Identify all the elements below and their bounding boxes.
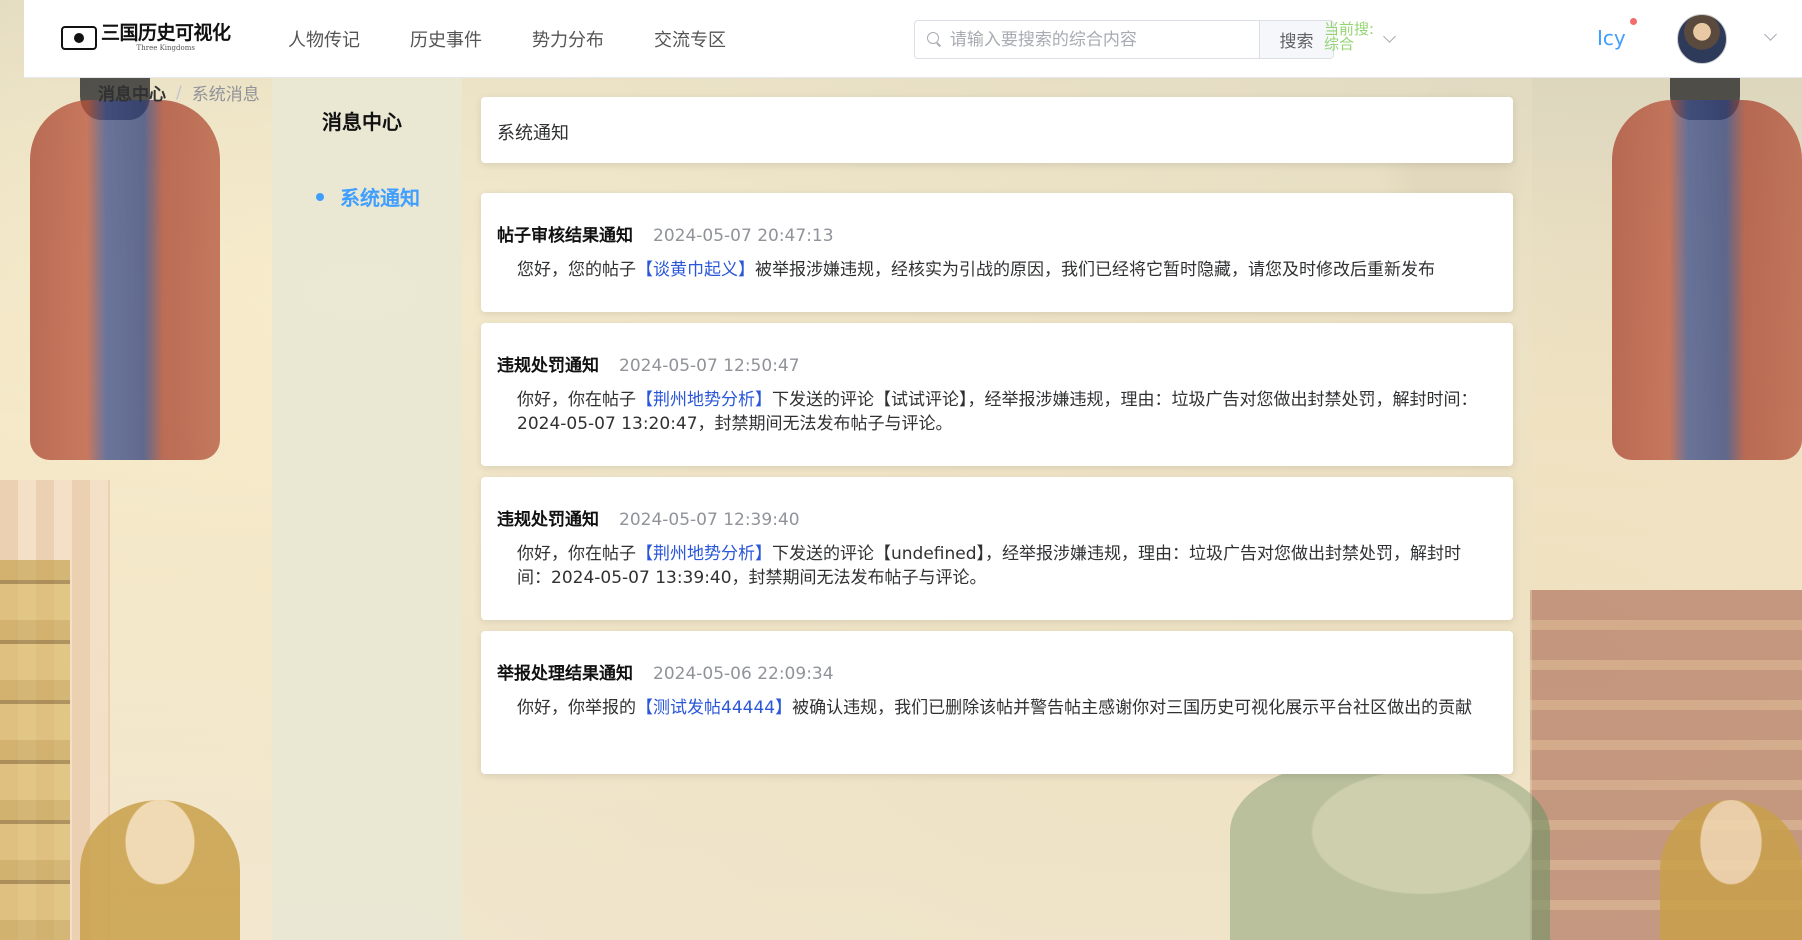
search-icon (927, 31, 942, 48)
notice-text: 你好，你举报的 (517, 698, 636, 718)
notice-body: 你好，你在帖子【荆州地势分析】下发送的评论【试试评论】，经举报涉嫌违规，理由：垃… (497, 388, 1495, 436)
notice-text: 你好，你在帖子 (517, 544, 636, 564)
nav-item-biography[interactable]: 人物传记 (288, 26, 360, 52)
notice-text: 您好，您的帖子 (517, 260, 636, 280)
username-link[interactable]: Icy (1597, 26, 1626, 50)
notice-header: 违规处罚通知 2024-05-07 12:50:47 (497, 351, 1495, 376)
post-link[interactable]: 【测试发帖44444】 (636, 698, 792, 718)
notice-timestamp: 2024-05-07 20:47:13 (653, 226, 834, 246)
notice-card: 帖子审核结果通知 2024-05-07 20:47:13 您好，您的帖子【谈黄巾… (481, 193, 1513, 312)
search-input-wrap (915, 21, 1259, 58)
background-figure-robe-right (1612, 100, 1802, 460)
top-header: 三国历史可视化 Three Kingdoms 人物传记 历史事件 势力分布 交流… (24, 0, 1802, 78)
logo-subtitle: Three Kingdoms (136, 44, 195, 52)
breadcrumb-item-system-messages: 系统消息 (191, 85, 260, 105)
breadcrumb: 消息中心 / 系统消息 (98, 80, 260, 106)
background-curtain-left (0, 480, 110, 940)
notice-title: 违规处罚通知 (497, 356, 599, 376)
notice-header: 举报处理结果通知 2024-05-06 22:09:34 (497, 659, 1495, 684)
breadcrumb-separator: / (176, 82, 182, 103)
background-emperor-left (80, 800, 240, 940)
notice-title: 违规处罚通知 (497, 510, 599, 530)
notice-text: 你好，你在帖子 (517, 390, 636, 410)
breadcrumb-item-message-center[interactable]: 消息中心 (98, 80, 166, 105)
nav-item-events[interactable]: 历史事件 (410, 26, 482, 52)
nav-item-community[interactable]: 交流专区 (654, 26, 726, 52)
active-dot-icon (316, 192, 324, 201)
notice-card: 违规处罚通知 2024-05-07 12:50:47 你好，你在帖子【荆州地势分… (481, 323, 1513, 466)
avatar[interactable] (1677, 14, 1727, 64)
notice-header: 违规处罚通知 2024-05-07 12:39:40 (497, 505, 1495, 530)
notice-timestamp: 2024-05-07 12:50:47 (619, 356, 800, 376)
notice-card: 举报处理结果通知 2024-05-06 22:09:34 你好，你举报的【测试发… (481, 631, 1513, 774)
search-button[interactable]: 搜索 (1259, 21, 1333, 58)
main-nav: 人物传记 历史事件 势力分布 交流专区 (288, 0, 776, 78)
search-bar: 搜索 (914, 20, 1334, 59)
post-link[interactable]: 【荆州地势分析】 (636, 390, 772, 410)
notice-text: 被确认违规，我们已删除该帖并警告帖主感谢你对三国历史可视化展示平台社区做出的贡献 (792, 698, 1473, 718)
post-link[interactable]: 【谈黄巾起义】 (636, 260, 755, 280)
notice-timestamp: 2024-05-07 12:39:40 (619, 510, 800, 530)
background-gate-right (1530, 590, 1802, 940)
notice-card: 违规处罚通知 2024-05-07 12:39:40 你好，你在帖子【荆州地势分… (481, 477, 1513, 620)
notice-body: 你好，你在帖子【荆州地势分析】下发送的评论【undefined】，经举报涉嫌违规… (497, 542, 1495, 590)
search-input[interactable] (949, 29, 1259, 50)
logo-text: 三国历史可视化 (101, 22, 231, 44)
logo-icon (61, 26, 97, 50)
logo-text-block: 三国历史可视化 Three Kingdoms (101, 24, 231, 52)
notice-body: 您好，您的帖子【谈黄巾起义】被举报涉嫌违规，经核实为引战的原因，我们已经将它暂时… (497, 258, 1495, 282)
notice-timestamp: 2024-05-06 22:09:34 (653, 664, 834, 684)
notice-body: 你好，你举报的【测试发帖44444】被确认违规，我们已删除该帖并警告帖主感谢你对… (497, 696, 1495, 720)
background-figure-robe-left (30, 100, 220, 460)
page-title: 系统通知 (497, 123, 569, 144)
sidebar-item-label: 系统通知 (340, 186, 420, 210)
background-pillar-left (0, 560, 70, 940)
notice-header: 帖子审核结果通知 2024-05-07 20:47:13 (497, 221, 1495, 246)
page-title-card: 系统通知 (481, 97, 1513, 163)
background-emperor-right (1660, 800, 1802, 940)
sidebar-item-system-notice[interactable]: 系统通知 (316, 182, 420, 211)
sidebar-title: 消息中心 (322, 110, 402, 134)
search-scope-value: 综合 (1324, 35, 1355, 53)
notice-title: 帖子审核结果通知 (497, 226, 633, 246)
post-link[interactable]: 【荆州地势分析】 (636, 544, 772, 564)
site-logo[interactable]: 三国历史可视化 Three Kingdoms (61, 22, 231, 54)
notice-title: 举报处理结果通知 (497, 664, 633, 684)
notification-dot-icon (1630, 18, 1637, 25)
notice-text: 被举报涉嫌违规，经核实为引战的原因，我们已经将它暂时隐藏，请您及时修改后重新发布 (755, 260, 1435, 280)
sidebar: 消息中心 系统通知 (272, 78, 462, 940)
nav-item-territories[interactable]: 势力分布 (532, 26, 604, 52)
